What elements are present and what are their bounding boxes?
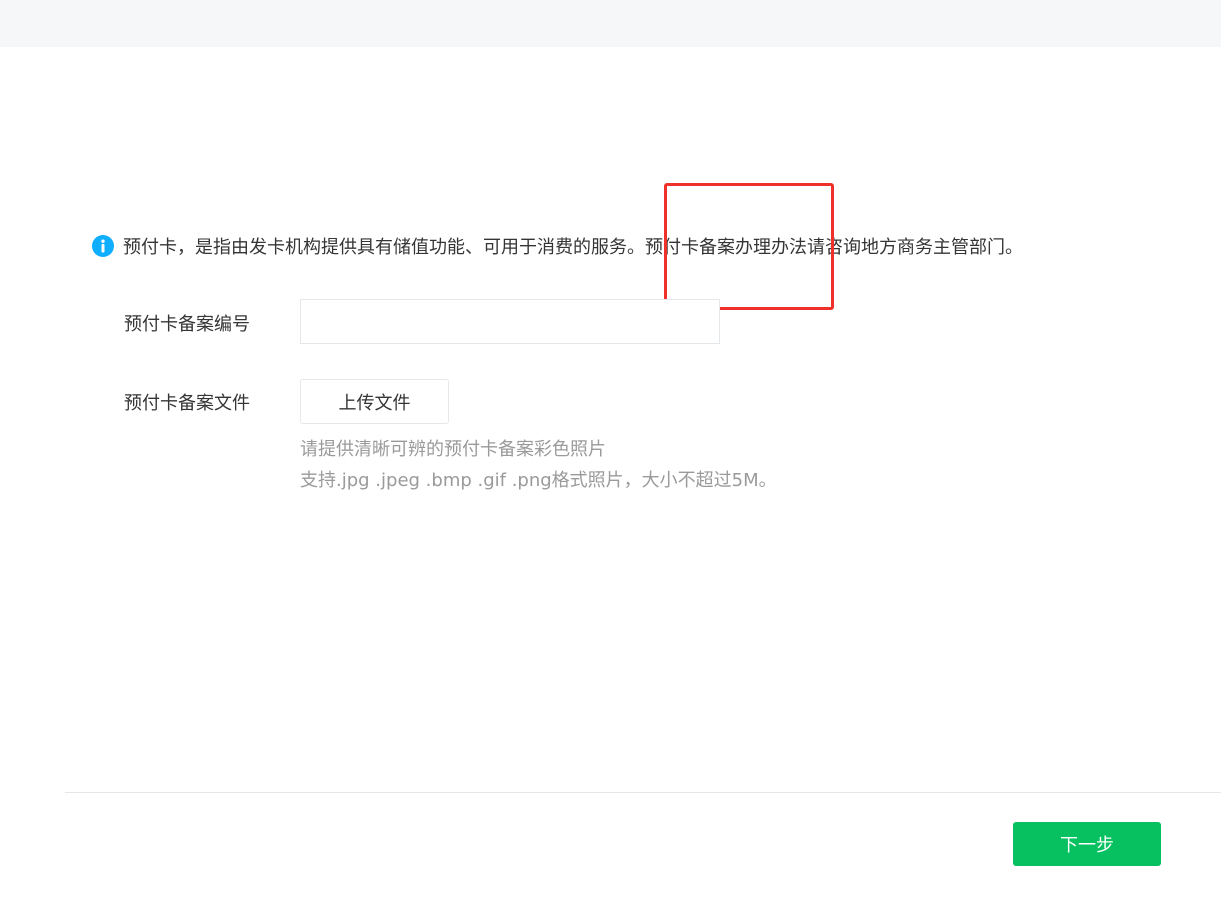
info-icon	[92, 235, 114, 257]
next-step-button[interactable]: 下一步	[1013, 822, 1161, 866]
upload-file-button[interactable]: 上传文件	[300, 379, 449, 424]
upload-hint-line-2: 支持.jpg .jpeg .bmp .gif .png格式照片，大小不超过5M。	[300, 470, 777, 491]
record-number-input[interactable]	[300, 299, 720, 344]
record-number-label: 预付卡备案编号	[124, 314, 250, 335]
upload-hint-line-1: 请提供清晰可辨的预付卡备案彩色照片	[300, 439, 606, 460]
top-bar	[0, 0, 1221, 47]
footer-divider	[65, 792, 1221, 793]
annotation-highlight-box	[664, 183, 834, 310]
record-file-label: 预付卡备案文件	[124, 393, 250, 414]
notice-text: 预付卡，是指由发卡机构提供具有储值功能、可用于消费的服务。预付卡备案办理办法请咨…	[123, 237, 1023, 258]
notice-bar: 预付卡，是指由发卡机构提供具有储值功能、可用于消费的服务。预付卡备案办理办法请咨…	[92, 233, 1023, 259]
